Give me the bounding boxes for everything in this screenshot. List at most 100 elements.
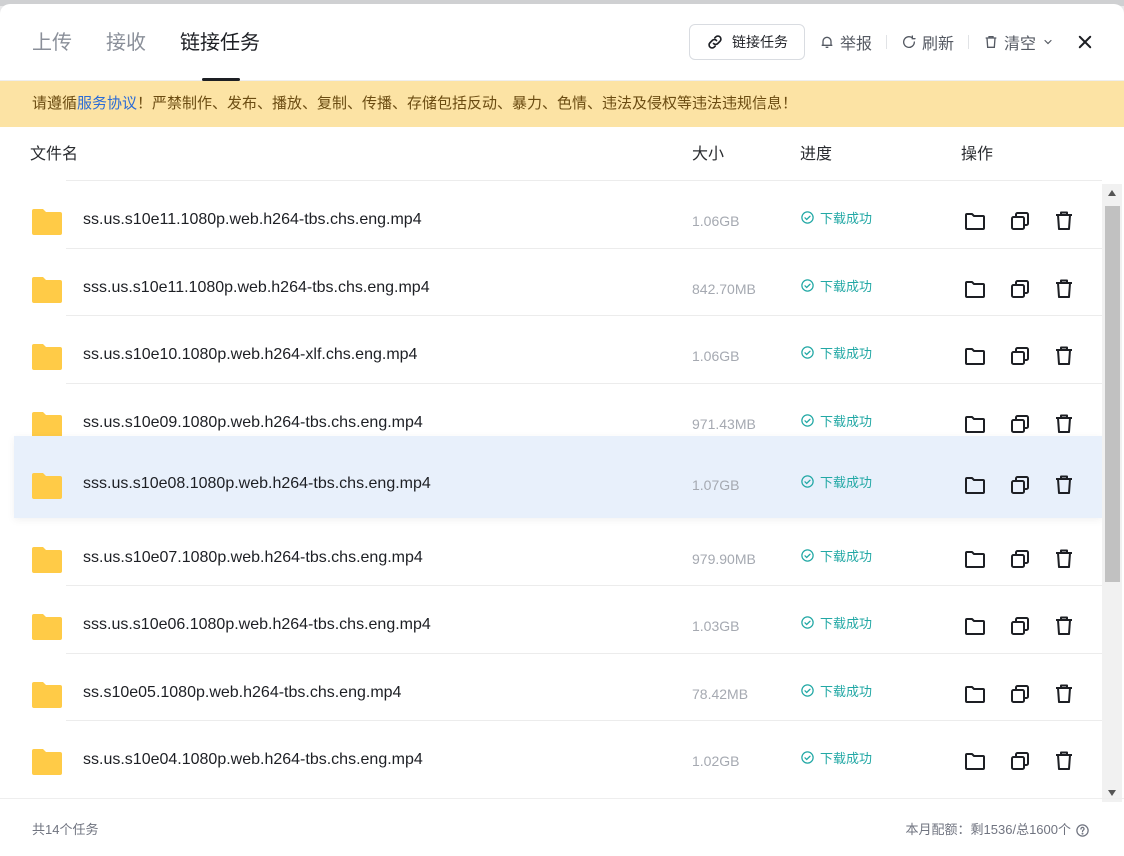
delete-button[interactable] xyxy=(1052,473,1076,497)
task-row[interactable]: ss.us.s10e04.1080p.web.h264-tbs.chs.eng.… xyxy=(0,720,1102,788)
service-agreement-link[interactable]: 服务协议 xyxy=(77,95,137,112)
report-button[interactable]: 举报 xyxy=(819,30,872,54)
open-folder-button[interactable] xyxy=(963,277,987,301)
delete-icon xyxy=(1056,616,1072,635)
copy-icon xyxy=(1011,549,1029,568)
arrow-down-icon xyxy=(1108,790,1116,796)
copy-button[interactable] xyxy=(1008,209,1032,233)
task-row[interactable]: ss.s10e05.1080p.web.h264-tbs.chs.eng.mp4… xyxy=(0,652,1102,721)
check-circle-icon xyxy=(801,278,814,292)
file-name[interactable]: ss.us.s10e07.1080p.web.h264-tbs.chs.eng.… xyxy=(83,549,423,567)
open-folder-button[interactable] xyxy=(963,209,987,233)
tab-upload[interactable]: 上传 xyxy=(32,4,72,81)
task-row[interactable]: sss.us.s10e06.1080p.web.h264-tbs.chs.eng… xyxy=(0,585,1102,653)
help-circle-icon[interactable] xyxy=(1075,823,1090,838)
delete-button[interactable] xyxy=(1052,749,1076,773)
file-size: 1.03GB xyxy=(692,618,740,634)
quota-text: 本月配额：剩1536/总1600个 xyxy=(905,822,1071,837)
column-header-progress: 进度 xyxy=(800,146,833,163)
tab-receive[interactable]: 接收 xyxy=(106,4,146,81)
delete-button[interactable] xyxy=(1052,209,1076,233)
check-circle-icon xyxy=(801,548,814,562)
file-name[interactable]: ss.s10e05.1080p.web.h264-tbs.chs.eng.mp4 xyxy=(83,684,401,702)
check-circle-icon xyxy=(801,346,814,359)
file-size: 78.42MB xyxy=(692,685,749,702)
copy-button[interactable] xyxy=(1008,473,1032,497)
copy-button[interactable] xyxy=(1008,547,1032,571)
copy-button[interactable] xyxy=(1008,614,1032,638)
close-button[interactable] xyxy=(1076,33,1094,51)
folder-icon xyxy=(32,411,62,438)
file-name[interactable]: sss.us.s10e11.1080p.web.h264-tbs.chs.eng… xyxy=(83,279,430,297)
delete-button[interactable] xyxy=(1052,682,1076,706)
open-folder-button[interactable] xyxy=(963,682,987,706)
open-folder-button[interactable] xyxy=(963,412,987,436)
column-header-ops: 操作 xyxy=(961,146,994,163)
row-divider xyxy=(66,382,1102,384)
close-icon xyxy=(1078,35,1092,49)
link-task-button[interactable]: 链接任务 xyxy=(688,24,805,60)
folder-icon xyxy=(32,681,62,708)
file-size: 1.02GB xyxy=(692,753,740,769)
open-folder-button[interactable] xyxy=(963,473,987,497)
open-folder-button[interactable] xyxy=(963,547,987,571)
delete-button[interactable] xyxy=(1052,412,1076,436)
file-size: 1.07GB xyxy=(692,477,740,493)
column-header-size: 大小 xyxy=(692,146,725,163)
scroll-up-arrow[interactable] xyxy=(1102,184,1122,202)
task-row[interactable]: ss.us.s10e10.1080p.web.h264-xlf.chs.eng.… xyxy=(0,315,1102,383)
file-name[interactable]: sss.us.s10e08.1080p.web.h264-tbs.chs.eng… xyxy=(83,475,431,493)
check-circle-icon xyxy=(801,683,814,697)
open-folder-button[interactable] xyxy=(963,614,987,638)
copy-icon xyxy=(1011,476,1029,494)
divider xyxy=(967,35,969,49)
status-label: 下载成功 xyxy=(820,683,873,699)
copy-button[interactable] xyxy=(1008,344,1032,368)
delete-icon xyxy=(1056,414,1072,433)
file-name[interactable]: ss.us.s10e04.1080p.web.h264-tbs.chs.eng.… xyxy=(83,751,423,769)
tab-link-task[interactable]: 链接任务 xyxy=(180,4,260,81)
open-folder-icon xyxy=(965,477,985,494)
open-folder-icon xyxy=(965,685,985,703)
refresh-icon xyxy=(902,35,916,48)
row-divider xyxy=(66,720,1102,721)
delete-button[interactable] xyxy=(1052,547,1076,571)
delete-button[interactable] xyxy=(1052,277,1076,301)
copy-button[interactable] xyxy=(1008,412,1032,436)
task-row[interactable]: ss.us.s10e11.1080p.web.h264-tbs.chs.eng.… xyxy=(0,180,1102,248)
task-row[interactable]: ss.us.s10e07.1080p.web.h264-tbs.chs.eng.… xyxy=(0,518,1102,586)
delete-icon xyxy=(1056,279,1072,298)
row-divider xyxy=(66,180,1102,181)
open-folder-button[interactable] xyxy=(963,749,987,773)
download-status: 下载成功 xyxy=(800,681,872,700)
file-name[interactable]: ss.us.s10e11.1080p.web.h264-tbs.chs.eng.… xyxy=(83,211,422,229)
trash-icon xyxy=(985,36,997,48)
status-label: 下载成功 xyxy=(820,346,873,361)
clear-label: 清空 xyxy=(1003,36,1036,53)
clear-dropdown[interactable]: 清空 xyxy=(983,30,1054,54)
download-status: 下载成功 xyxy=(800,472,872,491)
row-divider xyxy=(66,247,1102,249)
copy-button[interactable] xyxy=(1008,749,1032,773)
delete-button[interactable] xyxy=(1052,344,1076,368)
task-row[interactable]: sss.us.s10e08.1080p.web.h264-tbs.chs.eng… xyxy=(14,436,1102,518)
dialog-footer: 共14个任务 本月配额：剩1536/总1600个 xyxy=(0,798,1124,856)
file-name[interactable]: ss.us.s10e09.1080p.web.h264-tbs.chs.eng.… xyxy=(83,414,423,432)
copy-button[interactable] xyxy=(1008,277,1032,301)
copy-button[interactable] xyxy=(1008,682,1032,706)
file-name[interactable]: sss.us.s10e06.1080p.web.h264-tbs.chs.eng… xyxy=(83,616,431,634)
delete-button[interactable] xyxy=(1052,614,1076,638)
download-status: 下载成功 xyxy=(800,343,872,362)
open-folder-icon xyxy=(965,213,985,230)
refresh-button[interactable]: 刷新 xyxy=(901,30,954,54)
policy-notice: 请遵循服务协议！严禁制作、发布、播放、复制、传播、存储包括反动、暴力、色情、违法… xyxy=(0,81,1124,127)
file-name[interactable]: ss.us.s10e10.1080p.web.h264-xlf.chs.eng.… xyxy=(83,346,417,364)
chevron-down-icon xyxy=(1044,39,1052,45)
refresh-label: 刷新 xyxy=(921,36,954,53)
delete-icon xyxy=(1056,211,1072,230)
scrollbar[interactable] xyxy=(1102,184,1122,802)
open-folder-button[interactable] xyxy=(963,344,987,368)
status-label: 下载成功 xyxy=(820,616,873,631)
task-row[interactable]: sss.us.s10e11.1080p.web.h264-tbs.chs.eng… xyxy=(0,247,1102,316)
scroll-thumb[interactable] xyxy=(1105,206,1120,582)
